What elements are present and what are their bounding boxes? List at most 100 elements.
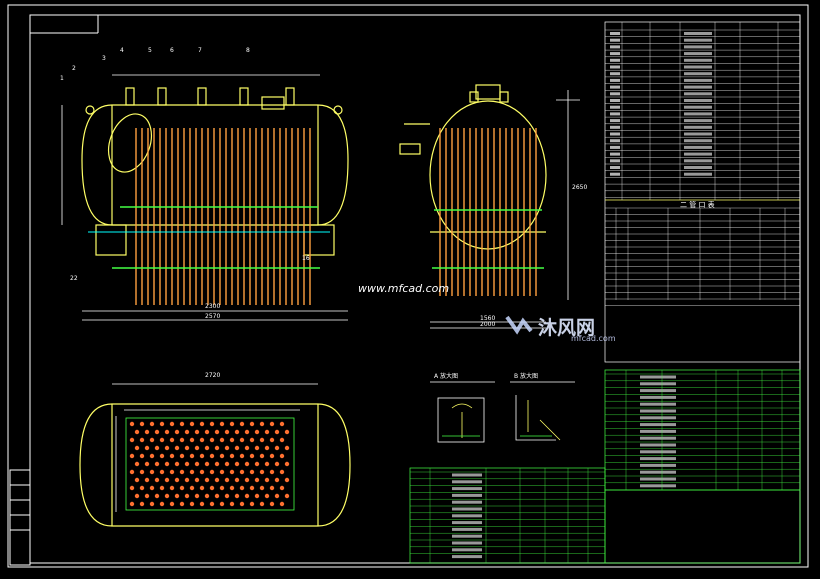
tube-hole — [279, 453, 285, 459]
tube-hole — [284, 445, 290, 451]
svg-text:5: 5 — [148, 47, 152, 54]
tube-hole — [269, 453, 275, 459]
tube-hole — [259, 469, 265, 475]
tube-hole — [259, 485, 265, 491]
tube-hole — [249, 469, 255, 475]
table-cell-text — [610, 166, 620, 169]
table-cell-text — [610, 119, 620, 123]
tube-hole — [179, 469, 185, 475]
tube-hole — [279, 421, 285, 427]
tube-hole — [189, 453, 195, 459]
table-cell-text — [684, 32, 712, 35]
tube-hole — [129, 501, 135, 507]
tube-hole — [174, 445, 180, 451]
tube-hole — [149, 485, 155, 491]
table-cell-text — [610, 159, 620, 163]
tube-hole — [179, 437, 185, 443]
parts-cell-text — [452, 534, 482, 538]
tube-hole — [194, 461, 200, 467]
tube-hole — [244, 461, 250, 467]
tube-hole — [269, 469, 275, 475]
front-baffles — [88, 206, 330, 269]
tube-hole — [229, 469, 235, 475]
dim-inner-length: 2300 — [205, 303, 221, 310]
side-tube-bundle — [439, 128, 537, 296]
tube-hole — [149, 501, 155, 507]
tube-hole — [249, 501, 255, 507]
tube-hole — [234, 461, 240, 467]
tube-hole — [249, 437, 255, 443]
tube-hole — [184, 493, 190, 499]
tube-hole — [184, 429, 190, 435]
tube-hole — [194, 493, 200, 499]
vessel-shell — [81, 87, 349, 256]
tube-hole — [229, 437, 235, 443]
parts-cell-text — [452, 527, 482, 531]
tube-hole — [164, 461, 170, 467]
table-cell-text — [684, 52, 712, 56]
tube-hole — [129, 453, 135, 459]
tube-hole-pattern — [129, 421, 290, 507]
table-cell-text — [610, 139, 620, 143]
table-rows — [605, 22, 800, 306]
tube-hole — [274, 429, 280, 435]
tube-hole — [199, 437, 205, 443]
tube-hole — [194, 477, 200, 483]
tube-hole — [184, 461, 190, 467]
table-cell-text — [610, 72, 620, 76]
tube-hole — [154, 477, 160, 483]
tube-hole — [144, 477, 150, 483]
table-cell-text — [684, 58, 712, 62]
table-cell-text — [684, 145, 712, 149]
tube-hole — [129, 421, 135, 427]
table-cell-text — [684, 139, 712, 143]
tube-hole — [229, 501, 235, 507]
tube-hole — [254, 461, 260, 467]
tube-hole — [264, 429, 270, 435]
tube-hole — [154, 493, 160, 499]
tube-hole — [234, 493, 240, 499]
table-cell-text — [610, 105, 620, 109]
tube-hole — [139, 453, 145, 459]
tube-hole — [214, 477, 220, 483]
tube-hole — [179, 421, 185, 427]
tube-hole — [219, 485, 225, 491]
table-cell-text — [610, 125, 620, 129]
tube-hole — [264, 445, 270, 451]
tube-hole — [254, 493, 260, 499]
tube-hole — [154, 461, 160, 467]
tube-hole — [159, 453, 165, 459]
table-cell-text — [610, 58, 620, 62]
tube-hole — [199, 501, 205, 507]
tube-hole — [244, 477, 250, 483]
parts-cell-text — [640, 423, 676, 427]
tube-hole — [279, 469, 285, 475]
tube-hole — [209, 453, 215, 459]
tube-hole — [259, 453, 265, 459]
table-cell-text — [610, 99, 620, 102]
table-cell-text — [610, 52, 620, 56]
detail-a-title: A 放大图 — [434, 373, 459, 380]
tube-hole — [189, 469, 195, 475]
brand-logo-icon — [503, 313, 535, 335]
tube-hole — [199, 421, 205, 427]
tube-hole — [279, 485, 285, 491]
tube-hole — [244, 445, 250, 451]
parts-cell-text — [640, 382, 676, 386]
tube-hole — [189, 501, 195, 507]
tube-hole — [254, 445, 260, 451]
tube-hole — [194, 429, 200, 435]
tube-hole — [244, 493, 250, 499]
front-tube-bundle — [135, 128, 311, 305]
parts-cell-text — [452, 507, 482, 511]
tube-hole — [194, 445, 200, 451]
table-cell-text — [610, 45, 620, 49]
tube-hole — [214, 493, 220, 499]
cad-drawing-canvas[interactable]: 123 456 7 8 16 22 www.mfcad.com 沐风网 mfca… — [0, 0, 820, 575]
tube-hole — [164, 429, 170, 435]
tube-hole — [279, 437, 285, 443]
dim-side-height: 2000 — [480, 321, 496, 328]
tube-hole — [229, 485, 235, 491]
parts-cell-text — [452, 541, 482, 545]
parts-cell-text — [640, 457, 676, 461]
